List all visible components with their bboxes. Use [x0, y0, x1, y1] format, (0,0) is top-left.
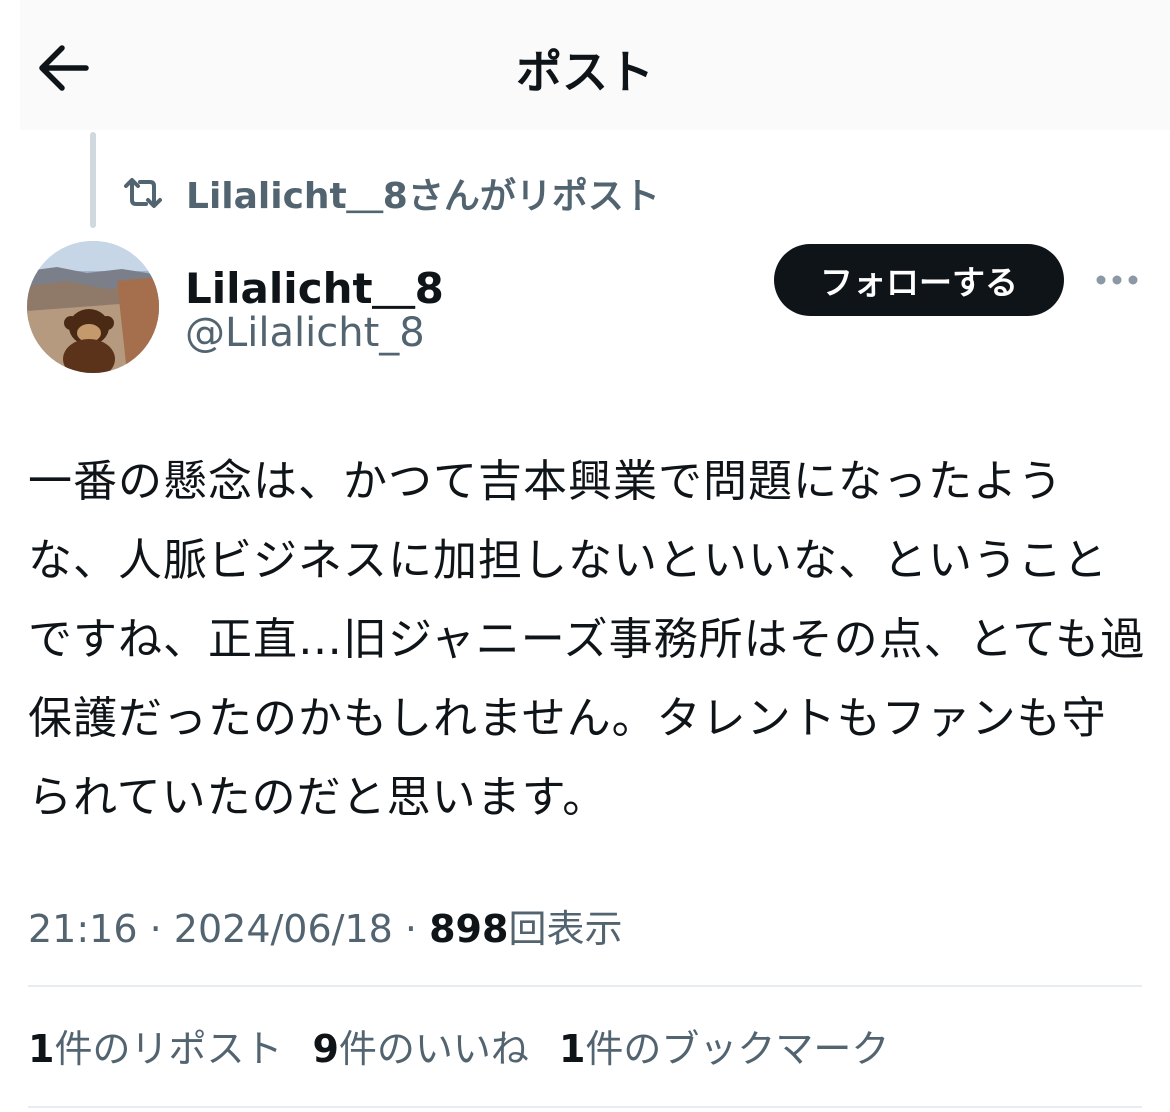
reposts-stat[interactable]: 1件のリポスト [28, 1018, 282, 1073]
likes-stat[interactable]: 9件のいいね [312, 1018, 528, 1073]
handle[interactable]: @Lilalicht_8 [185, 310, 425, 356]
post-text: 一番の懸念は、かつて吉本興業で問題になったような、人脈ビジネスに加担しないといい… [28, 456, 1146, 823]
post-meta: 21:16 · 2024/06/18 · 898回表示 [28, 898, 622, 953]
avatar[interactable] [27, 241, 159, 373]
reposts-count: 1 [28, 1027, 55, 1071]
display-name[interactable]: Lilalicht＿8 [185, 255, 444, 316]
views-count[interactable]: 898 [429, 907, 508, 951]
bookmarks-label: 件のブックマーク [585, 1027, 890, 1071]
repost-text: Lilalicht＿8さんがリポスト [186, 176, 660, 217]
engagement-stats: 1件のリポスト 9件のいいね 1件のブックマーク [28, 1018, 919, 1073]
divider [28, 1106, 1142, 1108]
post-time[interactable]: 21:16 [28, 907, 138, 951]
bookmarks-stat[interactable]: 1件のブックマーク [559, 1018, 889, 1073]
follow-button[interactable]: フォローする [774, 244, 1064, 316]
page-title: ポスト [516, 45, 654, 99]
likes-label: 件のいいね [338, 1027, 529, 1071]
repost-indicator[interactable]: Lilalicht＿8さんがリポスト [120, 168, 660, 218]
more-button[interactable] [1094, 262, 1140, 298]
reposts-label: 件のリポスト [54, 1027, 283, 1071]
repost-icon [124, 178, 162, 208]
divider [28, 985, 1142, 987]
bookmarks-count: 1 [558, 1027, 586, 1071]
views-label[interactable]: 回表示 [508, 907, 622, 951]
meta-separator: · [149, 907, 162, 951]
meta-separator: · [404, 907, 418, 951]
thread-line [90, 132, 96, 228]
avatar-photo [27, 241, 159, 373]
likes-count: 9 [312, 1027, 339, 1071]
more-dots-icon [1096, 275, 1138, 285]
post-date[interactable]: 2024/06/18 [174, 907, 393, 951]
